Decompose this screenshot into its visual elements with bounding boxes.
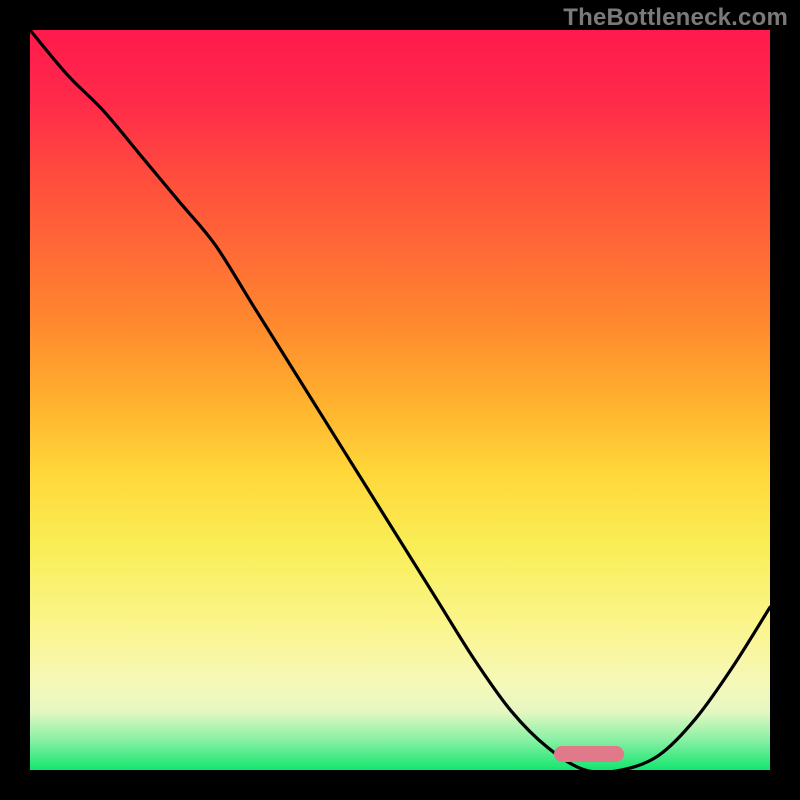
plot-area bbox=[30, 30, 770, 770]
watermark-text: TheBottleneck.com bbox=[563, 4, 788, 32]
bottleneck-curve bbox=[30, 30, 770, 770]
optimal-marker bbox=[554, 746, 624, 762]
curve-overlay bbox=[30, 30, 770, 770]
chart-frame: TheBottleneck.com bbox=[0, 0, 800, 800]
